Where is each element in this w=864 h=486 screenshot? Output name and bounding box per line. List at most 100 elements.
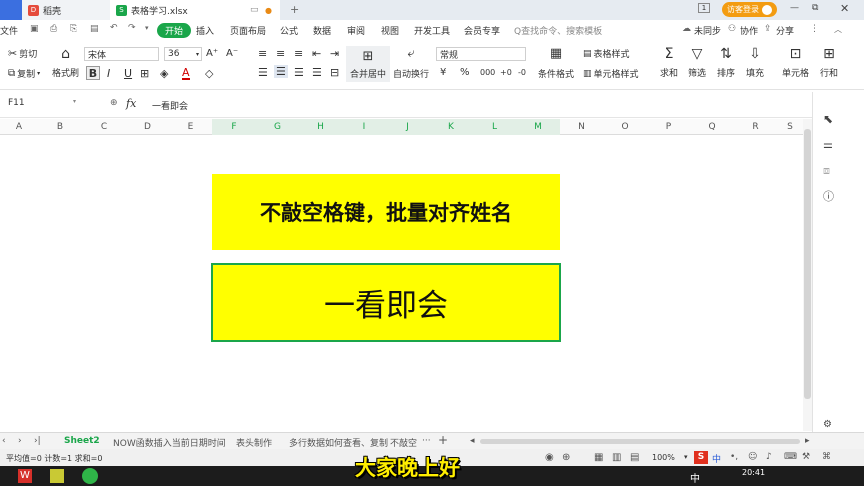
column-header[interactable]: I xyxy=(342,119,386,135)
merge-center-button[interactable]: ⊞ 合并居中 xyxy=(346,46,390,82)
column-header[interactable]: R xyxy=(734,119,777,135)
column-header[interactable]: D xyxy=(126,119,169,135)
indent-increase-icon[interactable]: ⇥ xyxy=(330,47,339,60)
align-right-icon[interactable]: ☰ xyxy=(294,66,304,79)
font-color-icon[interactable]: A xyxy=(182,67,190,80)
format-painter-button[interactable]: ⌂ 格式刷 xyxy=(52,46,79,79)
sheet-tab[interactable]: 不敲空 xyxy=(390,436,417,449)
scrollbar-thumb[interactable] xyxy=(804,129,811,399)
cell-grid[interactable]: 不敲空格键，批量对齐姓名 一看即会 xyxy=(0,135,804,431)
new-tab-icon[interactable]: + xyxy=(290,3,299,16)
sheet-tab[interactable]: NOW函数插入当前日期时间 xyxy=(113,436,226,449)
align-top-icon[interactable]: ≡ xyxy=(258,47,267,60)
wechat-icon[interactable] xyxy=(82,468,98,484)
table-style-button[interactable]: ▤ 表格样式 xyxy=(583,47,630,61)
chevron-down-icon[interactable]: ▾ xyxy=(684,453,688,461)
print-icon[interactable]: ⎘ xyxy=(70,24,77,34)
more-icon[interactable]: ▾ xyxy=(145,24,149,32)
sogou-ime-icon[interactable]: S xyxy=(694,451,708,464)
thousands-icon[interactable]: 000 xyxy=(480,68,495,77)
menu-insert[interactable]: 插入 xyxy=(196,24,214,37)
column-header[interactable]: H xyxy=(299,119,342,135)
wrap-text-button[interactable]: ⤶ 自动换行 xyxy=(393,46,429,80)
align-middle-icon[interactable]: ≡ xyxy=(276,47,285,60)
fill-button[interactable]: ⇩ 填充 xyxy=(746,46,764,79)
cursor-icon[interactable]: ⬉ xyxy=(823,112,833,126)
column-header[interactable]: F xyxy=(212,119,256,135)
row-col-button[interactable]: ⊞ 行和 xyxy=(820,46,838,79)
conditional-format-button[interactable]: ▦ 条件格式 xyxy=(538,46,574,80)
decimal-decrease-icon[interactable]: -0 xyxy=(518,68,526,77)
vertical-scrollbar[interactable] xyxy=(803,119,812,431)
column-header[interactable]: A xyxy=(0,119,38,135)
cell-style-button[interactable]: ▥ 单元格样式 xyxy=(583,67,639,81)
underline-button[interactable]: U xyxy=(124,67,132,80)
indent-decrease-icon[interactable]: ⇤ xyxy=(312,47,321,60)
punctuation-icon[interactable]: •, xyxy=(730,452,738,462)
kebab-icon[interactable]: ⋮ xyxy=(810,24,819,34)
sheet-tab[interactable]: 表头制作 xyxy=(236,436,272,449)
sum-button[interactable]: Σ 求和 xyxy=(660,46,678,79)
cell-mode-icon[interactable]: ⊕ xyxy=(562,452,570,463)
zoom-level[interactable]: 100% xyxy=(652,453,675,462)
align-bottom-icon[interactable]: ≡ xyxy=(294,47,303,60)
search-input[interactable]: Q查找命令、搜索模板 xyxy=(514,24,602,37)
login-button[interactable]: 访客登录 xyxy=(722,2,777,17)
emoji-icon[interactable]: ☺ xyxy=(748,452,757,462)
currency-icon[interactable]: ¥ xyxy=(440,67,446,78)
name-box[interactable]: F11 ▾ xyxy=(8,98,78,112)
sheet-tab[interactable]: 多行数据如何查看、复制 xyxy=(289,436,388,449)
column-header[interactable]: K xyxy=(429,119,473,135)
sync-status[interactable]: 未同步 xyxy=(694,24,721,37)
column-header[interactable]: C xyxy=(82,119,126,135)
normal-view-icon[interactable]: ▦ xyxy=(594,452,603,463)
menu-formulas[interactable]: 公式 xyxy=(280,24,298,37)
page-count-icon[interactable]: 1 xyxy=(698,3,710,13)
increase-font-icon[interactable]: A⁺ xyxy=(206,48,218,59)
column-header[interactable]: M xyxy=(516,119,560,135)
ime-mode[interactable]: 中 xyxy=(712,452,721,465)
font-select[interactable]: 宋体 xyxy=(84,47,159,61)
wps-icon[interactable]: W xyxy=(18,469,32,483)
settings-icon[interactable]: ⚙ xyxy=(823,419,832,430)
page-break-icon[interactable]: ▤ xyxy=(630,452,639,463)
backup-icon[interactable]: ⧈ xyxy=(823,164,830,178)
mic-icon[interactable]: ♪ xyxy=(766,452,772,462)
decrease-font-icon[interactable]: A⁻ xyxy=(226,48,238,59)
column-header[interactable]: O xyxy=(603,119,647,135)
menu-page-layout[interactable]: 页面布局 xyxy=(230,24,266,37)
justify-icon[interactable]: ☰ xyxy=(312,66,322,79)
redo-icon[interactable]: ↷ xyxy=(128,23,136,33)
eraser-icon[interactable]: ◇ xyxy=(205,67,213,80)
italic-button[interactable]: I xyxy=(107,67,110,80)
decimal-increase-icon[interactable]: +0 xyxy=(500,68,512,77)
collapse-ribbon-icon[interactable]: ︿ xyxy=(834,24,842,35)
fx-button[interactable]: fx xyxy=(126,97,136,110)
title-box[interactable]: 不敲空格键，批量对齐姓名 xyxy=(212,174,560,250)
menu-home[interactable]: 开始 xyxy=(157,23,192,38)
number-format-select[interactable]: 常规 xyxy=(436,47,526,61)
menu-member[interactable]: 会员专享 xyxy=(464,24,500,37)
more-sheets-button[interactable]: ··· xyxy=(422,436,431,446)
sheet-tab-active[interactable]: Sheet2 xyxy=(64,436,100,446)
tab-daoke[interactable]: D 稻壳 xyxy=(22,0,110,20)
selected-cell-box[interactable]: 一看即会 xyxy=(211,263,561,342)
menu-view[interactable]: 视图 xyxy=(381,24,399,37)
font-size-select[interactable]: 36 ▾ xyxy=(164,47,202,61)
cell-button[interactable]: ⊡ 单元格 xyxy=(782,46,809,79)
column-header[interactable]: E xyxy=(169,119,212,135)
sort-button[interactable]: ⇅ 排序 xyxy=(717,46,735,79)
close-icon[interactable]: ✕ xyxy=(840,2,849,15)
menu-file[interactable]: 文件 xyxy=(0,24,18,37)
column-header[interactable]: J xyxy=(386,119,429,135)
column-header[interactable]: Q xyxy=(690,119,734,135)
preview-icon[interactable]: ▤ xyxy=(90,24,99,34)
restore-icon[interactable]: ⧉ xyxy=(812,3,818,13)
add-sheet-button[interactable]: + xyxy=(438,433,448,447)
home-tab[interactable] xyxy=(0,0,22,20)
percent-icon[interactable]: % xyxy=(460,67,470,78)
first-sheet-icon[interactable]: ‹ xyxy=(2,436,6,446)
folder-icon[interactable]: ⎙ xyxy=(50,24,57,34)
column-header[interactable]: P xyxy=(647,119,690,135)
tab-workbook[interactable]: S 表格学习.xlsx ▭ ● xyxy=(110,0,280,20)
